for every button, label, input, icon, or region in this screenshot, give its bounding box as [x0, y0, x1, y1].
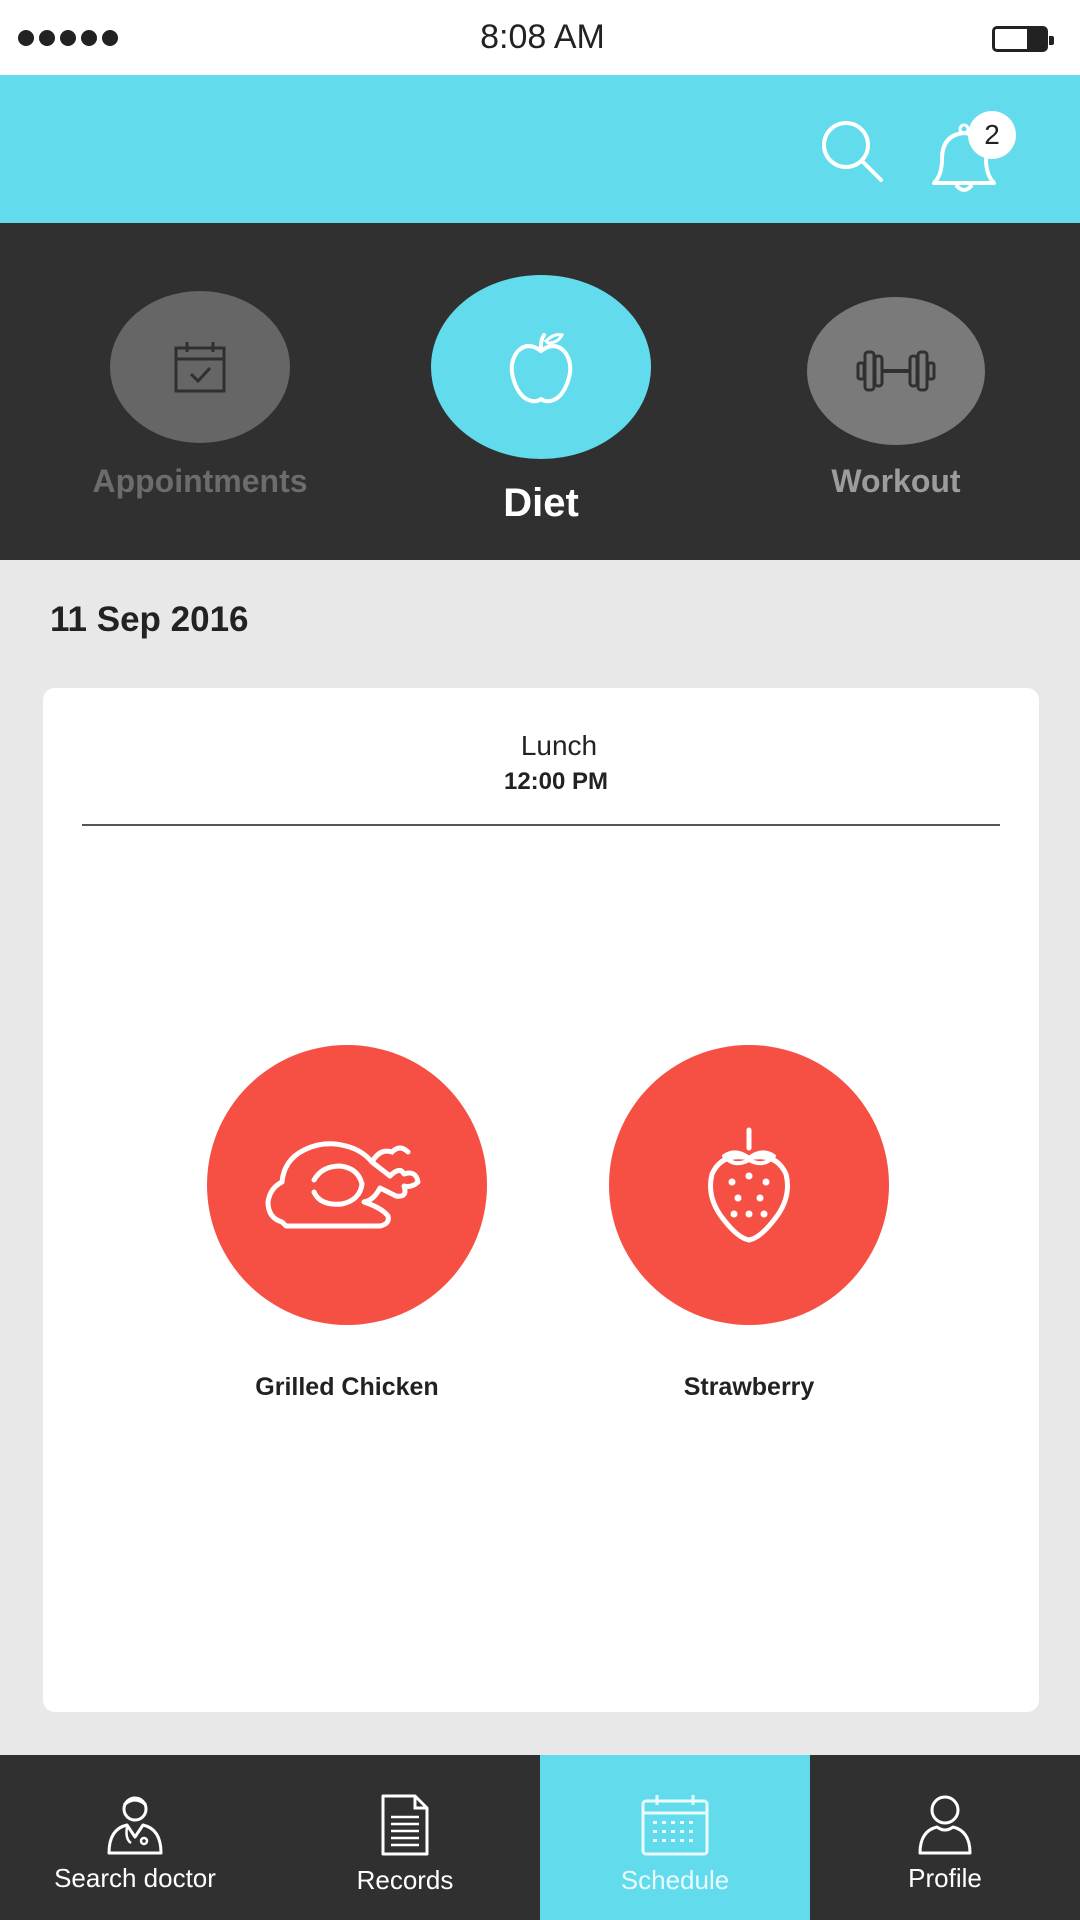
strawberry-icon — [708, 1127, 790, 1243]
nav-schedule[interactable]: Schedule — [540, 1755, 810, 1920]
food-circle — [609, 1045, 889, 1325]
food-item-strawberry[interactable]: Strawberry — [605, 1045, 893, 1402]
meal-name: Lunch — [520, 730, 598, 761]
nav-profile-label: Profile — [908, 1863, 982, 1893]
tab-workout[interactable]: Workout — [776, 297, 1016, 500]
apple-icon — [509, 333, 573, 404]
chicken-icon — [265, 1141, 421, 1229]
tab-workout-circle — [807, 297, 985, 445]
tab-diet[interactable]: Diet — [400, 275, 682, 526]
nav-schedule-label: Schedule — [620, 1865, 730, 1895]
battery-icon — [992, 26, 1054, 52]
search-icon — [822, 121, 883, 182]
meal-divider — [82, 824, 1000, 826]
nav-search-doctor-label: Search doctor — [54, 1863, 216, 1893]
meal-card: Lunch 12:00 PM Grilled Chicken Strawberr… — [43, 688, 1039, 1712]
tab-appointments-label: Appointments — [92, 463, 308, 499]
food-label: Strawberry — [683, 1373, 815, 1401]
app-header: 2 — [0, 75, 1080, 223]
nav-profile[interactable]: Profile — [810, 1755, 1080, 1920]
nav-records[interactable]: Records — [270, 1755, 540, 1920]
nav-search-doctor[interactable]: Search doctor — [0, 1755, 270, 1920]
tab-workout-label: Workout — [831, 463, 961, 499]
tab-diet-circle — [431, 275, 651, 459]
category-tabs: Appointments Diet Workout — [0, 223, 1080, 560]
user-icon — [918, 1795, 972, 1855]
food-item-grilled-chicken[interactable]: Grilled Chicken — [203, 1045, 491, 1402]
meal-time: 12:00 PM — [503, 768, 609, 795]
bottom-nav: Search doctor Records Schedule Profile — [0, 1755, 1080, 1920]
food-circle — [207, 1045, 487, 1325]
nav-records-label: Records — [356, 1865, 454, 1895]
status-time: 8:08 AM — [480, 18, 605, 56]
document-icon — [381, 1794, 429, 1856]
tab-appointments[interactable]: Appointments — [60, 291, 340, 500]
food-label: Grilled Chicken — [255, 1373, 439, 1401]
tab-appointments-circle — [110, 291, 290, 443]
calendar-icon — [641, 1795, 709, 1856]
notification-badge: 2 — [968, 111, 1016, 159]
dumbbell-icon — [856, 350, 936, 392]
status-bar: 8:08 AM — [0, 0, 1080, 75]
schedule-date: 11 Sep 2016 — [50, 600, 249, 639]
search-button[interactable] — [818, 117, 888, 187]
tab-diet-label: Diet — [503, 481, 579, 525]
calendar-check-icon — [174, 342, 226, 393]
doctor-icon — [107, 1796, 163, 1855]
